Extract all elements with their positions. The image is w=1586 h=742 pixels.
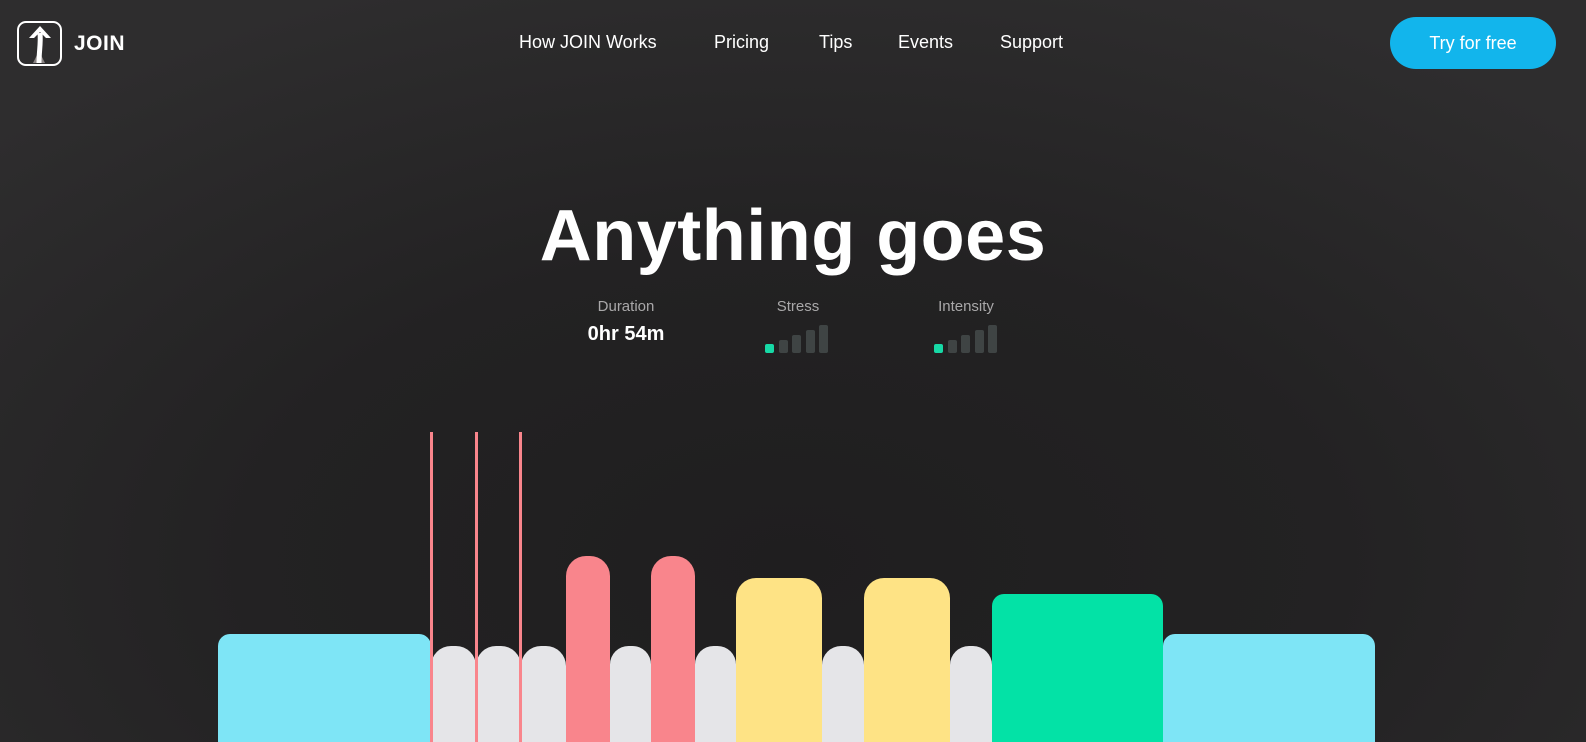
- workout-blocks-visual: [0, 0, 1586, 742]
- workout-block-green: [992, 594, 1163, 742]
- workout-block-gray: [610, 646, 651, 742]
- workout-block-yellow: [736, 578, 822, 742]
- workout-block-yellow: [864, 578, 950, 742]
- workout-block-cyan: [218, 634, 431, 742]
- workout-block-pink: [651, 556, 695, 742]
- sprint-marker-line: [430, 432, 433, 742]
- sprint-marker-line: [519, 432, 522, 742]
- workout-block-gray: [950, 646, 992, 742]
- workout-block-gray: [521, 646, 566, 742]
- workout-block-pink: [566, 556, 610, 742]
- workout-block-gray: [476, 646, 521, 742]
- sprint-marker-line: [475, 432, 478, 742]
- workout-block-gray: [695, 646, 736, 742]
- workout-block-gray: [431, 646, 476, 742]
- workout-block-gray: [822, 646, 864, 742]
- workout-block-cyan: [1163, 634, 1375, 742]
